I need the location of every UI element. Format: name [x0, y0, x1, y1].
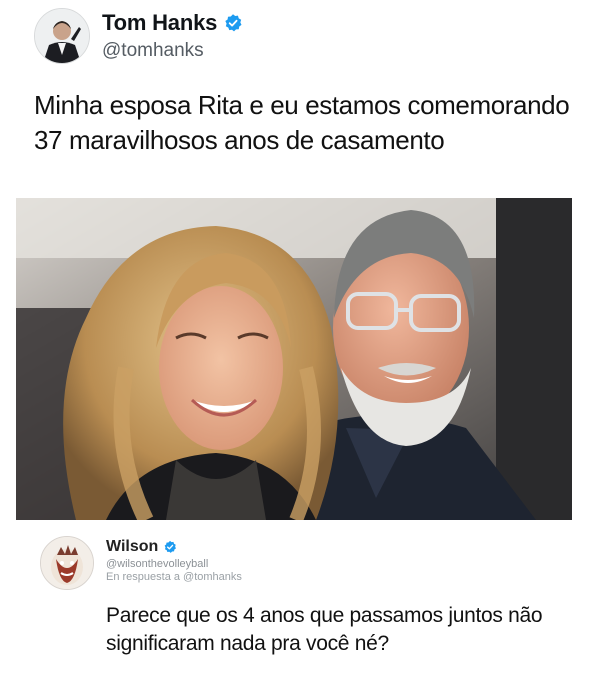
reply-text: Parece que os 4 anos que passamos juntos… — [106, 604, 543, 655]
verified-badge-icon — [164, 540, 177, 553]
author-name[interactable]: Tom Hanks — [102, 10, 217, 36]
in-reply-to[interactable]: En respuesta a @tomhanks — [106, 571, 242, 583]
reply-author-name[interactable]: Wilson — [106, 538, 158, 556]
photo-of-couple-icon — [16, 198, 572, 520]
reply-avatar[interactable] — [40, 536, 94, 590]
reply-author-handle[interactable]: @wilsonthevolleyball — [106, 558, 242, 570]
avatar[interactable] — [34, 8, 90, 64]
tweet-photo[interactable] — [16, 198, 572, 520]
volleyball-wilson-icon — [41, 537, 93, 589]
verified-badge-icon — [225, 14, 242, 32]
reply: Wilson @wilsonthevolleyball En respuesta… — [40, 536, 242, 590]
profile-photo-icon — [35, 9, 89, 63]
tweet-text: Minha esposa Rita e eu estamos comemoran… — [34, 90, 570, 155]
tweet-header: Tom Hanks @tomhanks — [34, 8, 243, 64]
author-handle[interactable]: @tomhanks — [102, 40, 243, 62]
